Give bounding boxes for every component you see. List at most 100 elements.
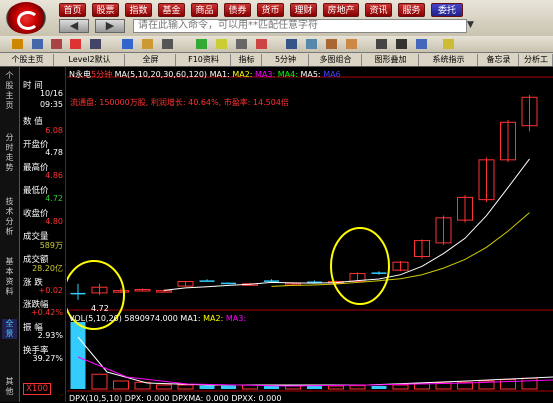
time-value: 09:35 (39, 100, 63, 109)
side-tabs: 个股主页 分时走势 技术分析 基本资料 全景 其他 (0, 67, 20, 402)
text-icon[interactable] (162, 39, 173, 49)
command-dropdown-icon[interactable]: ▼ (467, 20, 474, 30)
tab-stock-home[interactable]: 个股主页 (2, 54, 54, 66)
app-logo[interactable] (6, 2, 46, 34)
nav-wealth[interactable]: 理财 (290, 3, 317, 17)
trend-icon[interactable] (326, 39, 337, 49)
chart-icon[interactable] (286, 39, 297, 49)
sidetab-other[interactable]: 其他 (2, 377, 17, 397)
toolbar (0, 36, 553, 53)
nav-service[interactable]: 服务 (398, 3, 425, 17)
zoom-button[interactable]: X100 (23, 383, 52, 395)
stats-text: 流通盘: 150000万股, 利润增长: 40.64%, 市盈率: 14.504… (70, 98, 289, 107)
candle-body (221, 282, 236, 285)
ma4-label: MA4: (277, 70, 298, 79)
tab-multi-chart[interactable]: 多图组合 (310, 54, 362, 66)
command-input[interactable]: 请在此输入命令，可以用**匹配任意字符 (133, 19, 467, 33)
forward-button[interactable]: ▶ (95, 19, 125, 33)
sidetab-stock-home[interactable]: 个股主页 (2, 71, 17, 111)
nav-home[interactable]: 首页 (59, 3, 86, 17)
vol-ma1: MA1: (180, 314, 201, 323)
chart-period: 5分钟 (90, 70, 113, 79)
nav-trade[interactable]: 委托 (431, 3, 463, 17)
tab-indicators[interactable]: 指标 (232, 54, 262, 66)
change-value: +0.02 (38, 286, 63, 295)
kline-chart-svg[interactable] (67, 67, 553, 402)
tab-analysis[interactable]: 分析工 (520, 54, 553, 66)
tab-f10[interactable]: F10资料 (177, 54, 231, 66)
tab-period[interactable]: 5分钟 (263, 54, 309, 66)
top-navigation-bar: 首页 股票 指数 基金 商品 债券 货币 理财 房地产 资讯 服务 委托 ◀ ▶… (0, 0, 553, 36)
candle-body (264, 280, 279, 282)
screen-icon[interactable] (32, 39, 43, 49)
nav-commodities[interactable]: 商品 (191, 3, 218, 17)
analysis-icon[interactable] (416, 39, 427, 49)
open-value: 4.78 (45, 148, 63, 157)
sidetab-intraday[interactable]: 分时走势 (2, 133, 17, 173)
nav-currency[interactable]: 货币 (257, 3, 284, 17)
volume-bar (328, 385, 344, 390)
ma5-line (163, 158, 530, 291)
record-icon[interactable] (70, 39, 81, 49)
vol-ma2: MA2: (203, 314, 224, 323)
volume-bar (392, 384, 409, 390)
window-icon[interactable] (376, 39, 387, 49)
chart-header: N永电5分钟 MA(5,10,20,30,60,120) MA1: MA2: M… (69, 69, 341, 80)
tab-overlay[interactable]: 图形叠加 (363, 54, 419, 66)
volume-value: 589万 (39, 241, 63, 250)
vol-ma3-line (77, 356, 553, 387)
open-icon[interactable] (12, 39, 23, 49)
sidetab-panorama[interactable]: 全景 (2, 319, 17, 339)
nav-news[interactable]: 资讯 (365, 3, 392, 17)
draw-icon[interactable] (142, 39, 153, 49)
select-icon[interactable] (236, 39, 247, 49)
nav-realestate[interactable]: 房地产 (323, 3, 359, 17)
crosshair-icon[interactable] (122, 39, 133, 49)
fib-icon[interactable] (346, 39, 357, 49)
nav-stocks[interactable]: 股票 (92, 3, 119, 17)
table-icon[interactable] (90, 39, 101, 49)
volume-bar (221, 385, 236, 389)
tab-memo[interactable]: 备忘录 (479, 54, 519, 66)
ma1-label: MA1: (209, 70, 230, 79)
nav-index[interactable]: 指数 (125, 3, 152, 17)
settings-icon[interactable] (443, 39, 454, 49)
function-tabs: 个股主页 Level2默认 全屏 F10资料 指标 5分钟 多图组合 图形叠加 … (0, 53, 553, 67)
print-icon[interactable] (51, 39, 62, 49)
amplitude-value: 2.93% (37, 331, 63, 340)
volume-bar (70, 322, 86, 389)
tab-level2[interactable]: Level2默认 (55, 54, 125, 66)
volume-bar (113, 380, 129, 390)
candle-body (70, 292, 86, 295)
quote-info-panel: 时 间 10/16 09:35 数 值 6.08 开盘价 4.78 最高价 4.… (20, 67, 66, 402)
ma3-label: MA3: (255, 70, 276, 79)
vol-ma3: MA3: (225, 314, 247, 323)
kline-chart-area[interactable]: N永电5分钟 MA(5,10,20,30,60,120) MA1: MA2: M… (67, 67, 553, 403)
vol-ma1-line (77, 336, 553, 386)
stock-name: N永电 (69, 70, 91, 79)
ma6-label: MA6 (323, 70, 341, 79)
highlight-icon[interactable] (216, 39, 227, 49)
tab-system-indicator[interactable]: 系统指示 (420, 54, 478, 66)
nav-funds[interactable]: 基金 (158, 3, 185, 17)
sidetab-fundamentals[interactable]: 基本资料 (2, 257, 17, 297)
volume-bar (371, 386, 387, 389)
nav-bonds[interactable]: 债券 (224, 3, 251, 17)
turnover-value: 39.27% (32, 354, 63, 363)
indicator-icon[interactable] (196, 39, 207, 49)
volume-bar (307, 386, 322, 389)
high-value: 4.86 (45, 171, 63, 180)
tab-fullscreen[interactable]: 全屏 (126, 54, 176, 66)
back-button[interactable]: ◀ (59, 19, 89, 33)
ma5-label: MA5: (300, 70, 321, 79)
close-value: 4.80 (45, 217, 63, 226)
ma2-label: MA2: (232, 70, 253, 79)
annotation-circle (330, 227, 390, 305)
vol-name: VOL(5,10,20) (69, 314, 122, 323)
flag-icon[interactable] (256, 39, 267, 49)
low-value: 4.72 (45, 194, 63, 203)
grid-icon[interactable] (306, 39, 317, 49)
value-label: 数 值 (23, 117, 43, 127)
full-window-icon[interactable] (396, 39, 407, 49)
sidetab-technical[interactable]: 技术分析 (2, 197, 17, 237)
